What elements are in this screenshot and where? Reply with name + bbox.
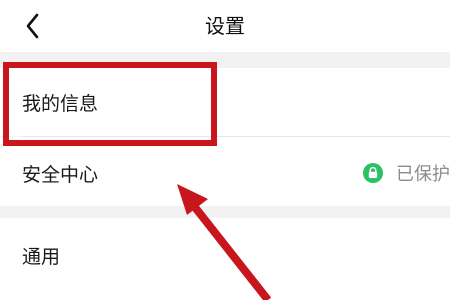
security-status-text: 已保护 <box>396 164 450 185</box>
security-status: 已保护 <box>362 160 450 186</box>
header-bar: 设置 <box>0 0 450 52</box>
settings-item-general[interactable]: 通用 <box>0 218 450 300</box>
settings-item-label: 通用 <box>22 246 61 268</box>
settings-item-my-info[interactable]: 我的信息 <box>0 68 450 136</box>
shield-lock-icon <box>362 162 384 184</box>
settings-item-security-center[interactable]: 安全中心 已保护 <box>0 137 450 206</box>
settings-item-label: 安全中心 <box>22 164 99 186</box>
settings-item-label: 我的信息 <box>22 93 99 115</box>
page-title: 设置 <box>205 14 245 38</box>
